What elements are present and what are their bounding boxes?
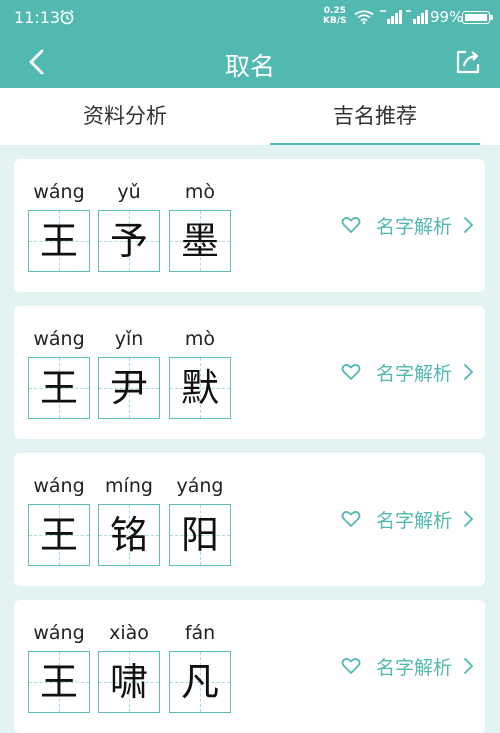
pinyin-label: xiào xyxy=(109,622,149,644)
character-grid-box: 默 xyxy=(169,357,231,419)
character-grid-box: 铭 xyxy=(98,504,160,566)
wifi-icon xyxy=(354,10,374,24)
pinyin-label: wáng xyxy=(33,328,85,350)
heart-icon[interactable] xyxy=(341,363,361,381)
character-grid-box: 墨 xyxy=(169,210,231,272)
pinyin-label: mò xyxy=(184,328,216,350)
character-grid-box: 王 xyxy=(28,357,90,419)
pinyin-label: wáng xyxy=(33,475,85,497)
heart-icon[interactable] xyxy=(341,510,361,528)
pinyin-label: yǐn xyxy=(114,328,144,350)
name-analysis-link[interactable]: 名字解析 xyxy=(376,359,452,386)
character-grid-box: 王 xyxy=(28,504,90,566)
network-speed: 0.25 KB/S xyxy=(323,6,347,26)
name-character: 王 xyxy=(39,513,78,557)
signal-4g-icon xyxy=(380,10,402,24)
app-header: 取名 xyxy=(0,36,500,88)
network-speed-unit: KB/S xyxy=(323,16,347,26)
character-grid-box: 王 xyxy=(28,651,90,713)
network-speed-value: 0.25 xyxy=(323,6,346,16)
name-character: 啸 xyxy=(109,660,148,704)
tab-bar: 资料分析 吉名推荐 xyxy=(0,88,500,145)
pinyin-label: mò xyxy=(184,181,216,203)
name-character: 铭 xyxy=(109,513,148,557)
page-title: 取名 xyxy=(224,52,275,81)
alarm-icon xyxy=(60,9,74,25)
name-analysis-link[interactable]: 名字解析 xyxy=(376,212,452,239)
name-character: 予 xyxy=(109,219,148,263)
pinyin-label: míng xyxy=(105,475,153,497)
battery-icon xyxy=(462,11,490,24)
name-character: 尹 xyxy=(109,366,148,410)
name-character: 默 xyxy=(180,366,219,410)
character-grid-box: 凡 xyxy=(169,651,231,713)
name-card[interactable]: wáng 王 xiào 啸 fán 凡 名字解析 xyxy=(14,600,485,733)
heart-icon[interactable] xyxy=(341,657,361,675)
heart-icon[interactable] xyxy=(341,216,361,234)
character-grid-box: 尹 xyxy=(98,357,160,419)
name-character: 王 xyxy=(39,660,78,704)
name-character: 阳 xyxy=(180,513,219,557)
name-character: 王 xyxy=(39,366,78,410)
pinyin-label: wáng xyxy=(33,622,85,644)
status-time: 11:13 xyxy=(14,8,61,27)
active-tab-indicator xyxy=(270,143,480,145)
character-grid-box: 王 xyxy=(28,210,90,272)
battery-tip xyxy=(490,15,493,20)
chevron-right-icon xyxy=(464,658,474,674)
character-grid-box: 予 xyxy=(98,210,160,272)
status-bar: 11:13 0.25 KB/S 99% xyxy=(0,0,500,36)
pinyin-label: fán xyxy=(184,622,216,644)
name-card[interactable]: wáng 王 míng 铭 yáng 阳 名字解析 xyxy=(14,453,485,586)
name-card[interactable]: wáng 王 yǐn 尹 mò 默 名字解析 xyxy=(14,306,485,439)
pinyin-label: yǔ xyxy=(117,181,141,203)
share-button[interactable] xyxy=(452,46,484,78)
name-character: 墨 xyxy=(180,219,219,263)
pinyin-label: wáng xyxy=(33,181,85,203)
name-card[interactable]: wáng 王 yǔ 予 mò 墨 名字解析 xyxy=(14,159,485,292)
chevron-right-icon xyxy=(464,511,474,527)
tab-data-analysis[interactable]: 资料分析 xyxy=(0,88,250,145)
tab-recommended-names[interactable]: 吉名推荐 xyxy=(250,88,500,145)
signal-g-icon xyxy=(406,10,428,24)
chevron-right-icon xyxy=(464,217,474,233)
character-grid-box: 啸 xyxy=(98,651,160,713)
name-character: 王 xyxy=(39,219,78,263)
name-analysis-link[interactable]: 名字解析 xyxy=(376,653,452,680)
pinyin-label: yáng xyxy=(176,475,224,497)
battery-percent: 99% xyxy=(430,8,464,26)
name-analysis-link[interactable]: 名字解析 xyxy=(376,506,452,533)
character-grid-box: 阳 xyxy=(169,504,231,566)
name-character: 凡 xyxy=(180,660,219,704)
chevron-right-icon xyxy=(464,364,474,380)
